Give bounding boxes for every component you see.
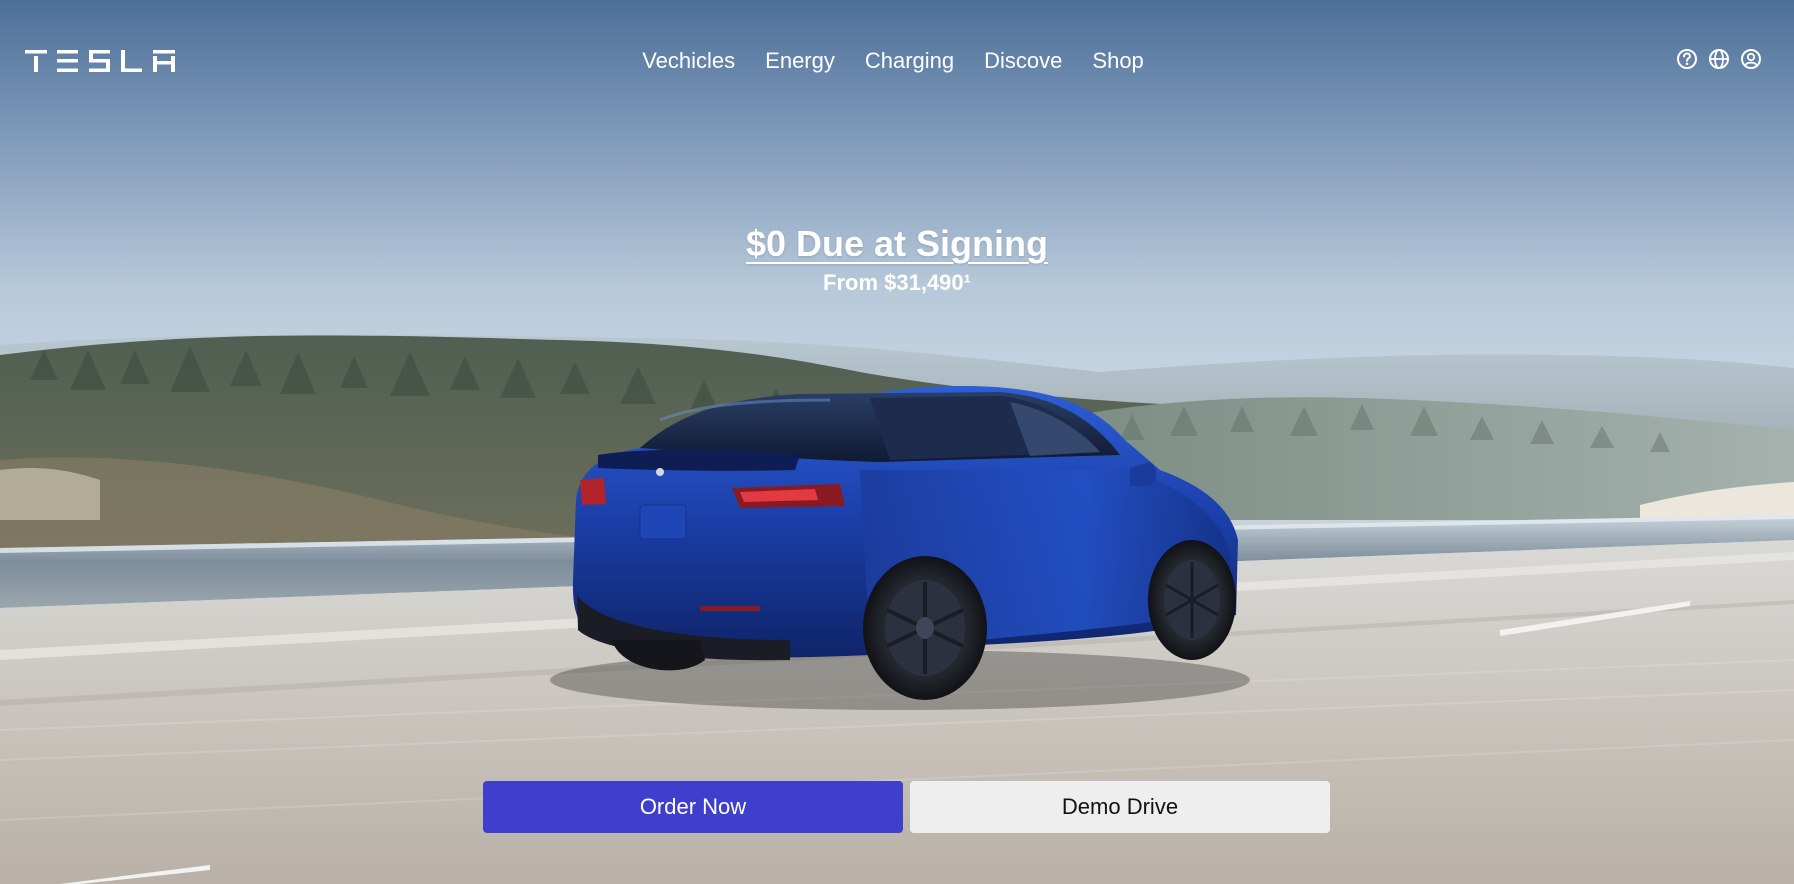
site-header: Vechicles Energy Charging Discove Shop: [0, 0, 1794, 120]
header-icons: [1676, 48, 1762, 70]
main-nav: Vechicles Energy Charging Discove Shop: [0, 46, 1794, 76]
hero-section: $0 Due at Signing From $31,490¹: [0, 218, 1794, 296]
hero-subtitle: From $31,490¹: [823, 270, 971, 295]
nav-item-vehicles[interactable]: Vechicles: [642, 46, 735, 76]
nav-item-charging[interactable]: Charging: [865, 46, 954, 76]
order-now-button[interactable]: Order Now: [483, 781, 903, 833]
globe-icon[interactable]: [1708, 48, 1730, 70]
nav-item-shop[interactable]: Shop: [1092, 46, 1143, 76]
demo-drive-button[interactable]: Demo Drive: [910, 781, 1330, 833]
help-icon[interactable]: [1676, 48, 1698, 70]
hero-image: [0, 0, 1794, 884]
page: Vechicles Energy Charging Discove Shop $…: [0, 0, 1794, 884]
nav-item-energy[interactable]: Energy: [765, 46, 835, 76]
cta-buttons: Order Now Demo Drive: [483, 781, 1330, 833]
nav-item-discover[interactable]: Discove: [984, 46, 1062, 76]
account-icon[interactable]: [1740, 48, 1762, 70]
hero-title[interactable]: $0 Due at Signing: [0, 218, 1794, 270]
